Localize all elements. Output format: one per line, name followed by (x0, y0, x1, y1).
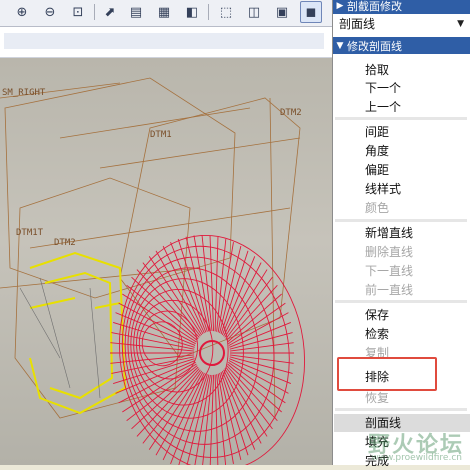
section-modify-title: 剖截面修改 (347, 0, 402, 13)
menu-item-angle[interactable]: 角度 (365, 142, 389, 160)
datum-label-sm-right: SM_RIGHT (2, 88, 46, 98)
fan-spoke (170, 241, 207, 333)
zoom-window-icon[interactable]: ⊡ (68, 2, 88, 22)
menu-item-restore: 恢复 (365, 391, 390, 405)
menu-divider (335, 408, 467, 411)
fan-hub (199, 340, 225, 366)
modify-hatch-header[interactable]: ▼ 修改剖面线 (333, 37, 470, 54)
zoom-in-icon[interactable]: ⊕ (12, 2, 32, 22)
menu-item-previous-line: 前一直线 (365, 283, 414, 297)
hatch-dropdown[interactable]: 剖面线 ▼ (335, 14, 468, 33)
menu-item-offset[interactable]: 偏距 (365, 161, 389, 179)
menu-manager-panel: ▶ 剖截面修改 剖面线 ▼ ▼ 修改剖面线 拾取 下一个 上一个 间距 角度 偏… (332, 0, 470, 468)
menu-divider (335, 300, 467, 303)
model-drawing (0, 77, 306, 465)
zoom-out-icon[interactable]: ⊖ (40, 2, 60, 22)
fan-spoke (216, 374, 227, 465)
menu-item-line-style[interactable]: 线样式 (365, 180, 401, 198)
shading-icon[interactable]: ◼ (300, 1, 322, 23)
menu-item-pick[interactable]: 拾取 (365, 61, 389, 79)
datum-label-dtm1: DTM1 (150, 130, 172, 140)
fan-spoke (221, 370, 256, 450)
menu-item-hatch[interactable]: 剖面线 (365, 414, 401, 432)
menu-divider (335, 117, 467, 120)
fan-spoke (216, 238, 227, 332)
fan-spoke (170, 373, 207, 465)
base-mesh (19, 277, 101, 399)
datum-label-dtm2: DTM2 (280, 108, 302, 118)
expand-arrow-icon: ▼ (336, 40, 344, 51)
fan-spoke (214, 236, 219, 332)
menu-item-delete-line: 删除直线 (365, 245, 414, 259)
fan-spoke (228, 312, 289, 346)
datum-label-dtm1t: DTM1T (16, 228, 44, 238)
modify-hatch-title: 修改剖面线 (347, 39, 402, 53)
toolbar-separator (208, 4, 209, 20)
menu-item-next-line: 下一直线 (365, 264, 414, 278)
menu-item-add-line[interactable]: 新增直线 (365, 224, 413, 242)
fan-ring (141, 321, 183, 367)
reorient-icon[interactable]: ⬈ (100, 2, 120, 22)
message-area (4, 33, 324, 49)
datum-planes (0, 77, 301, 419)
menu-item-spacing[interactable]: 间距 (365, 123, 389, 141)
datum-label-dtm2-lower: DTM2 (54, 238, 76, 248)
wireframe-icon[interactable]: ⬚ (216, 2, 236, 22)
graphics-viewport[interactable]: SM_RIGHT DTM2 DTM1 DTM1T DTM2 (0, 58, 332, 465)
menu-item-color: 颜色 (365, 201, 390, 215)
menu-divider (335, 219, 467, 222)
style-icon[interactable]: ◧ (182, 2, 202, 22)
annotation-highlight-box (337, 357, 437, 391)
view-manager-icon[interactable]: ▤ (126, 2, 146, 22)
menu-item-next[interactable]: 下一个 (365, 79, 401, 97)
menu-item-save[interactable]: 保存 (365, 306, 389, 324)
hidden-line-icon[interactable]: ◫ (244, 2, 264, 22)
graphics-toolbar: ⊕ ⊖ ⊡ ⬈ ▤ ▦ ◧ ⬚ ◫ ▣ ◼ (0, 0, 332, 27)
watermark-url: www.proewildfire.cn (371, 453, 462, 463)
dropdown-value: 剖面线 (339, 17, 376, 31)
layers-icon[interactable]: ▦ (154, 2, 174, 22)
menu-item-retrieve[interactable]: 检索 (365, 325, 389, 343)
fan-guard (110, 234, 306, 465)
menu-item-previous[interactable]: 上一个 (365, 98, 401, 116)
dropdown-arrow-icon: ▼ (457, 18, 464, 29)
toolbar-separator (94, 4, 95, 20)
fan-spoke (194, 374, 211, 465)
no-hidden-icon[interactable]: ▣ (272, 2, 292, 22)
section-modify-header[interactable]: ▶ 剖截面修改 (333, 0, 470, 14)
collapse-arrow-icon: ▶ (336, 0, 344, 11)
message-strip (0, 27, 332, 58)
